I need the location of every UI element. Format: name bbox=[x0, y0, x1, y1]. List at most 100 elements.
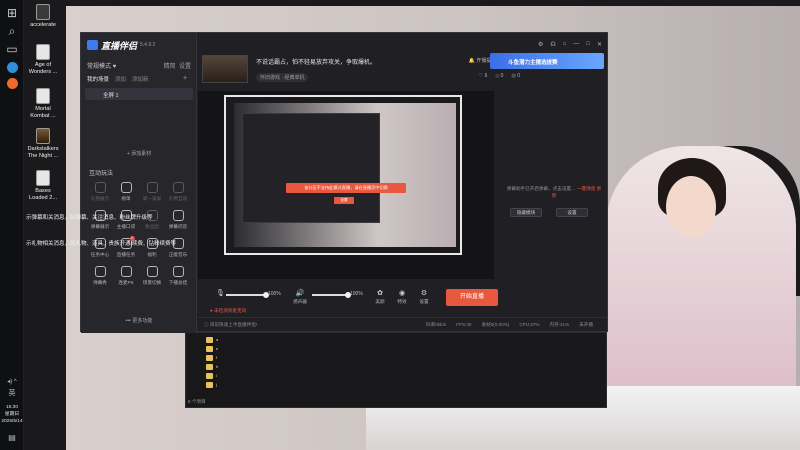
tooltip-danmu: 示弹幕和关消息，如弹幕、关注消息、粉丝牌升级等 bbox=[26, 215, 153, 221]
taskbar: ⊞ ⌕ ▭ ◂) ^ 英 15:30 星期日 2025/5/14 ▤ bbox=[0, 0, 24, 450]
douyu-icon[interactable] bbox=[3, 74, 21, 92]
danmu-hint: 弹幕助手已开启弹幕，点击设置… 一键弹窗 更新 bbox=[506, 186, 602, 198]
tool-item[interactable]: 场景切换 bbox=[139, 263, 165, 291]
interaction-title: 互动玩法 bbox=[89, 171, 114, 177]
status-bar: ⓘ 目前快速上手直播伴侣! 码率0kb/s FPS:30 丢帧0(0.00%) … bbox=[198, 317, 608, 331]
tool-item[interactable]: 弹幕秀 bbox=[87, 263, 113, 291]
home-icon[interactable]: ⌂ bbox=[563, 41, 567, 48]
search-icon[interactable]: ⌕ bbox=[3, 22, 21, 40]
tool-item[interactable]: 下播总结 bbox=[165, 263, 191, 291]
more-features-button[interactable]: ••• 更多功能 bbox=[87, 317, 191, 324]
tool-item[interactable]: 礼物互动 bbox=[165, 179, 191, 207]
explorer-status: 8 个项目 bbox=[188, 399, 206, 404]
tab-my-scenes[interactable]: 我的场景 bbox=[87, 75, 109, 83]
desktop-icon-age-of-wonders[interactable]: Age of Wonders ... bbox=[26, 44, 60, 76]
desktop-icon-bases-loaded[interactable]: Bases Loaded 2... bbox=[26, 170, 60, 202]
maximize-icon[interactable]: □ bbox=[586, 41, 590, 48]
tool-label: 任务中心 bbox=[90, 252, 110, 257]
close-icon[interactable]: ✕ bbox=[597, 41, 602, 48]
tool-icon bbox=[146, 182, 158, 193]
tool-item[interactable]: 榜单 bbox=[113, 179, 139, 207]
notification-icon[interactable]: ▤ bbox=[0, 434, 24, 442]
scene-mode-dropdown[interactable]: 常规模式 ♥ bbox=[87, 61, 116, 70]
microphone-icon[interactable]: 🎙 bbox=[216, 289, 225, 297]
gifts-count: ◇ 0 bbox=[495, 73, 504, 79]
main-panel: ⚙ ☊ ⌂ — □ ✕ 不说话霸占，怕不轻易放弃攻关，争取爆机。 怀旧游戏 · … bbox=[198, 33, 608, 333]
speaker-icon[interactable]: 🔊 bbox=[288, 289, 312, 297]
volume-icon[interactable]: ◂) ^ bbox=[0, 378, 24, 386]
tool-icon bbox=[120, 182, 132, 193]
ime-indicator[interactable]: 英 bbox=[0, 390, 24, 398]
tool-item[interactable]: 连麦PK bbox=[113, 263, 139, 291]
task-view-icon[interactable]: ▭ bbox=[3, 40, 21, 58]
tab-add-new[interactable]: 添加新 bbox=[132, 75, 149, 83]
tab-add[interactable]: 添加 bbox=[115, 75, 126, 83]
tool-item[interactable]: 礼物展示 bbox=[87, 179, 113, 207]
simplify-button[interactable]: 精简 bbox=[164, 64, 176, 70]
promo-banner[interactable]: 斗鱼潜力主播选拔赛 bbox=[490, 53, 604, 69]
scene-item[interactable]: 全屏 1 bbox=[85, 88, 193, 100]
desktop-icon-darkstalkers[interactable]: Darkstalkers The Night ... bbox=[26, 128, 60, 160]
viewers-count: ◎ 0 bbox=[511, 73, 520, 79]
tool-label: 第一滚屏 bbox=[142, 196, 162, 201]
tooltip-gift: 示礼物相关消息，如礼物、道具、贵族开通/续费、钻粉续费等 bbox=[26, 241, 177, 247]
tool-label: 弹幕问答 bbox=[168, 224, 188, 229]
beauty-icon[interactable]: ✿ bbox=[368, 289, 392, 297]
start-live-button[interactable]: 开始直播 bbox=[446, 289, 498, 306]
effects-icon[interactable]: ◉ bbox=[390, 289, 414, 297]
tool-icon bbox=[94, 266, 106, 277]
cpu: CPU:37% bbox=[519, 322, 540, 327]
stream-stats: ♡ 6 ◇ 0 ◎ 0 bbox=[479, 73, 520, 79]
add-scene-icon[interactable]: + bbox=[183, 75, 187, 82]
hint-link[interactable]: 一键弹窗 bbox=[577, 186, 595, 191]
folder-icon[interactable] bbox=[206, 373, 213, 379]
tool-icon bbox=[172, 182, 184, 193]
live-companion-window: 直播伴侣 5.4.9.2 常规模式 ♥ 精简 设置 我的场景 添加 添加新 + … bbox=[80, 32, 608, 333]
file-icon bbox=[36, 4, 50, 20]
add-source-button[interactable]: + 添加素材 bbox=[87, 150, 191, 157]
memory: 内存:21% bbox=[549, 322, 570, 327]
tool-item[interactable]: 弹幕展示 bbox=[87, 207, 113, 235]
speaker-volume-pct: 100% bbox=[350, 291, 363, 297]
folder-icon[interactable] bbox=[206, 346, 213, 352]
scene-header: 常规模式 ♥ 精简 设置 bbox=[87, 61, 191, 70]
hide-module-button[interactable]: 隐藏模块 bbox=[510, 208, 542, 217]
folder-icon[interactable] bbox=[206, 337, 213, 343]
status-tip[interactable]: ⓘ 目前快速上手直播伴侣! bbox=[204, 322, 257, 328]
tool-icon bbox=[172, 210, 184, 221]
headset-icon[interactable]: ☊ bbox=[550, 41, 555, 48]
settings-gear-icon[interactable]: ⚙ bbox=[538, 41, 543, 48]
folder-icon[interactable] bbox=[206, 382, 213, 388]
start-icon[interactable]: ⊞ bbox=[3, 4, 21, 22]
stream-title[interactable]: 不说话霸占，怕不轻易放弃攻关，争取爆机。 bbox=[256, 57, 376, 66]
minimize-icon[interactable]: — bbox=[573, 41, 579, 48]
tool-item[interactable]: 粉丝团 bbox=[139, 207, 165, 235]
clock[interactable]: 15:30 星期日 2025/5/14 bbox=[0, 404, 24, 425]
settings-button[interactable]: 设置 bbox=[179, 64, 191, 70]
left-panel: 直播伴侣 5.4.9.2 常规模式 ♥ 精简 设置 我的场景 添加 添加新 + … bbox=[81, 33, 197, 333]
preview-frame[interactable]: 该分区不支持此模式直播，请在直播页中切换 设置 bbox=[224, 95, 462, 255]
folder-icon[interactable] bbox=[206, 355, 213, 361]
stream-cover[interactable] bbox=[202, 55, 248, 83]
desktop-icon-accelerate[interactable]: accelerate bbox=[26, 4, 60, 29]
tool-label: 直播任务 bbox=[116, 252, 136, 257]
shortcut-icon bbox=[36, 44, 50, 60]
tool-label: 正能音乐 bbox=[168, 252, 188, 257]
speaker-volume-slider[interactable] bbox=[312, 292, 351, 298]
tool-item[interactable]: 弹幕问答 bbox=[165, 207, 191, 235]
tool-item[interactable]: 第一滚屏 bbox=[139, 179, 165, 207]
settings-icon[interactable]: ⚙ bbox=[412, 289, 436, 297]
hint-settings-button[interactable]: 设置 bbox=[556, 208, 588, 217]
stream-category[interactable]: 怀旧游戏 · 经典单机 bbox=[256, 73, 309, 82]
mic-volume-slider[interactable] bbox=[226, 292, 269, 298]
preview-canvas[interactable]: 该分区不支持此模式直播，请在直播页中切换 设置 bbox=[198, 91, 494, 279]
tool-icon bbox=[172, 266, 184, 277]
bitrate: 码率0kb/s bbox=[426, 322, 447, 327]
folder-icon[interactable] bbox=[206, 364, 213, 370]
warning-settings-button[interactable]: 设置 bbox=[334, 197, 354, 204]
tool-item[interactable]: 主播口袋 bbox=[113, 207, 139, 235]
shortcut-icon bbox=[36, 128, 50, 144]
desktop-icon-mortal-kombat[interactable]: Mortal Kombat ... bbox=[26, 88, 60, 120]
control-bar: 🎙 100% 🔊 扬声器 100% ✿ 美颜 ◉ 特效 ⚙ 设置 bbox=[198, 283, 608, 313]
mic-volume-pct: 100% bbox=[268, 291, 281, 297]
